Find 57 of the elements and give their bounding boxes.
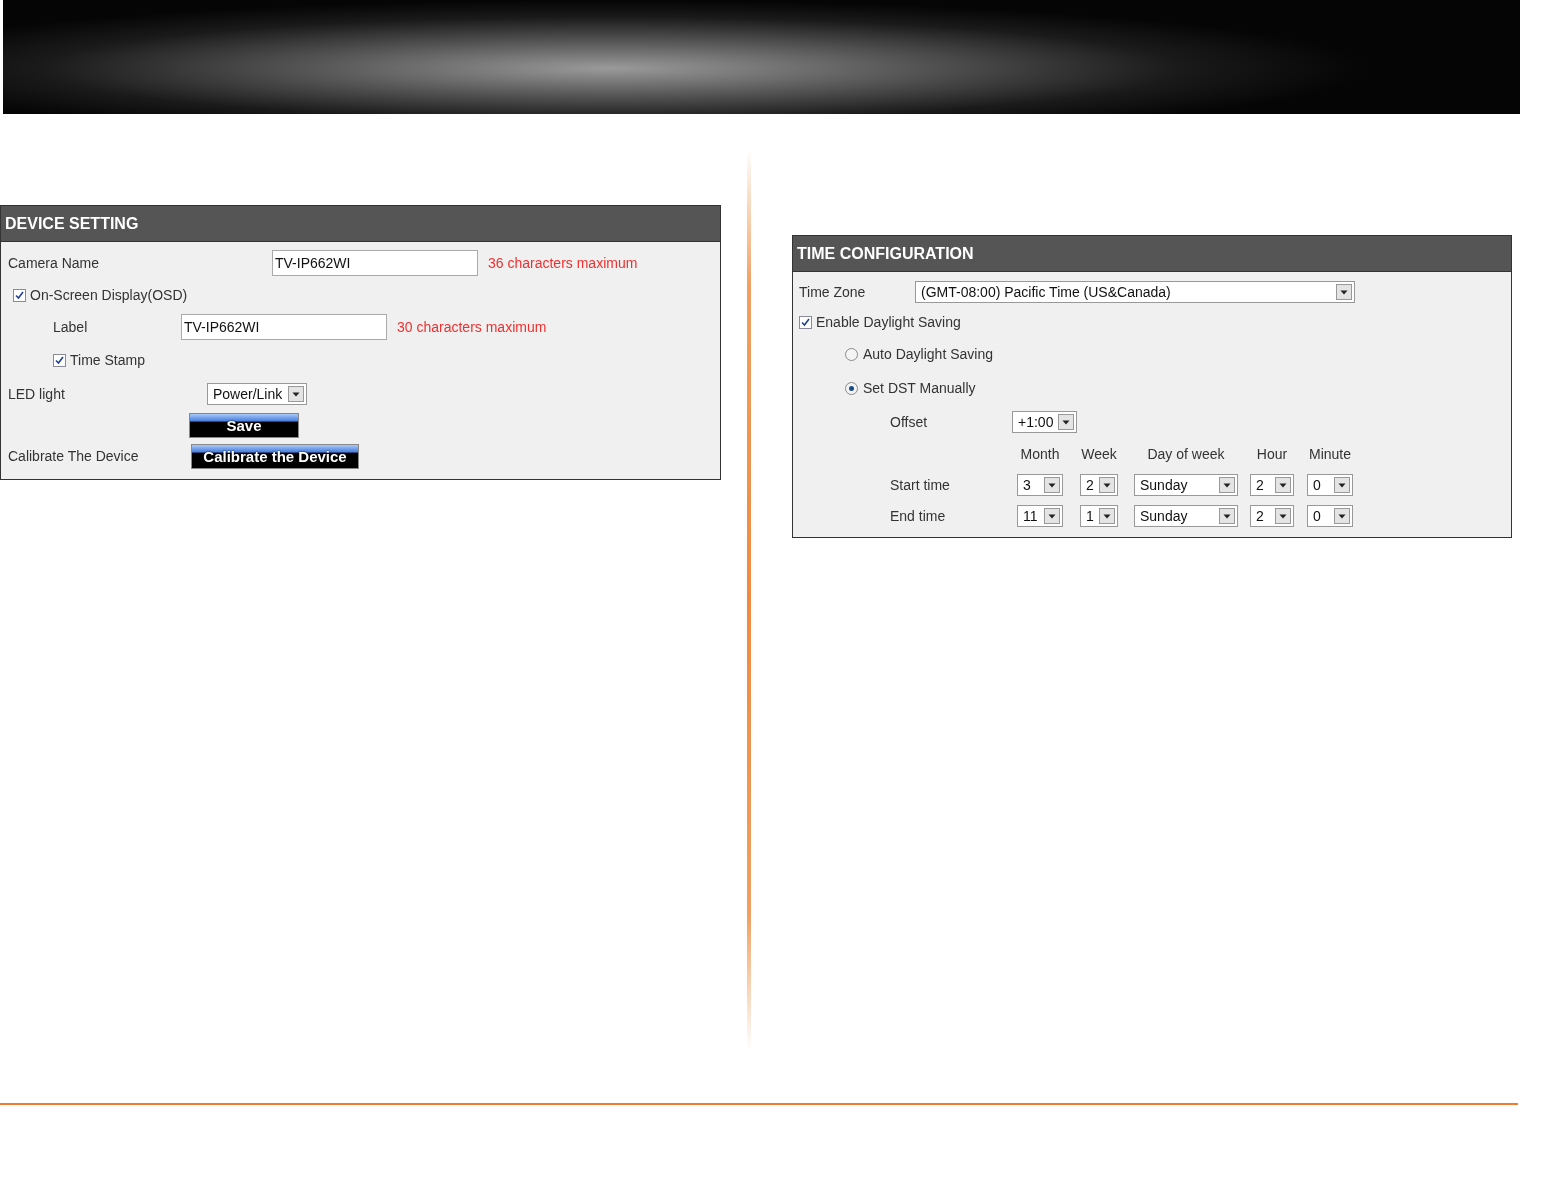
time-zone-select[interactable]: (GMT-08:00) Pacific Time (US&Canada) (915, 281, 1355, 303)
field-hint: 36 characters maximum (488, 255, 638, 271)
time-select[interactable]: 0 (1307, 473, 1353, 496)
time-select[interactable]: 2 (1250, 504, 1294, 527)
caret-icon (1275, 507, 1291, 524)
field-hint: 30 characters maximum (397, 319, 547, 335)
time-select[interactable]: Sunday (1134, 473, 1238, 496)
checkbox-label: Time Stamp (70, 352, 145, 368)
checkbox[interactable] (799, 315, 812, 329)
column-header: Hour (1255, 445, 1289, 464)
column-header: Month (1019, 445, 1061, 464)
radio-button[interactable] (845, 381, 858, 395)
row-label: Start time (890, 476, 951, 493)
radio-label: Auto Daylight Saving (863, 346, 993, 362)
caret-icon (1336, 284, 1352, 300)
caret-icon (1334, 507, 1350, 524)
caret-icon (1099, 507, 1115, 524)
time-select[interactable]: 2 (1080, 473, 1118, 496)
time-select[interactable]: 0 (1307, 504, 1353, 527)
time-select[interactable]: 2 (1250, 473, 1294, 496)
checkbox[interactable] (13, 288, 26, 302)
time-select[interactable]: 1 (1080, 504, 1118, 527)
field-label: Camera Name (8, 255, 101, 271)
column-header: Week (1080, 445, 1118, 464)
radio-button[interactable] (845, 347, 858, 361)
column-header: Day of week (1146, 445, 1226, 464)
time-select[interactable]: 11 (1017, 504, 1063, 527)
caret-icon (1058, 414, 1074, 430)
time-select[interactable]: Sunday (1134, 504, 1238, 527)
field-label: LED light (8, 386, 66, 402)
caret-icon (288, 386, 304, 402)
led-light-select[interactable]: Power/Link (207, 383, 307, 405)
checkbox-label: Enable Daylight Saving (816, 314, 961, 330)
radio-label: Set DST Manually (863, 380, 976, 396)
field-label: Label (53, 319, 89, 335)
camera-name-field[interactable]: TV-IP662WI (272, 250, 478, 276)
caret-icon (1044, 507, 1060, 524)
row-label: End time (890, 507, 947, 524)
panel-title: DEVICE SETTING (1, 206, 720, 242)
checkbox-label: On-Screen Display(OSD) (30, 287, 188, 303)
field-label: Calibrate The Device (8, 448, 140, 464)
caret-icon (1044, 476, 1060, 493)
time-select[interactable]: 3 (1017, 473, 1063, 496)
column-header: Minute (1308, 445, 1352, 464)
calibrate-button[interactable]: Calibrate the Device (191, 443, 359, 469)
caret-icon (1099, 476, 1115, 493)
save-button[interactable]: Save (189, 412, 299, 438)
offset-select[interactable]: +1:00 (1012, 411, 1077, 433)
field-label: Offset (890, 414, 929, 430)
caret-icon (1275, 476, 1291, 493)
label-field[interactable]: TV-IP662WI (181, 314, 387, 340)
checkbox[interactable] (53, 353, 66, 367)
panel-title: TIME CONFIGURATION (793, 236, 1511, 272)
field-label: Time Zone (799, 284, 867, 300)
caret-icon (1219, 476, 1235, 493)
caret-icon (1219, 507, 1235, 524)
caret-icon (1334, 476, 1350, 493)
